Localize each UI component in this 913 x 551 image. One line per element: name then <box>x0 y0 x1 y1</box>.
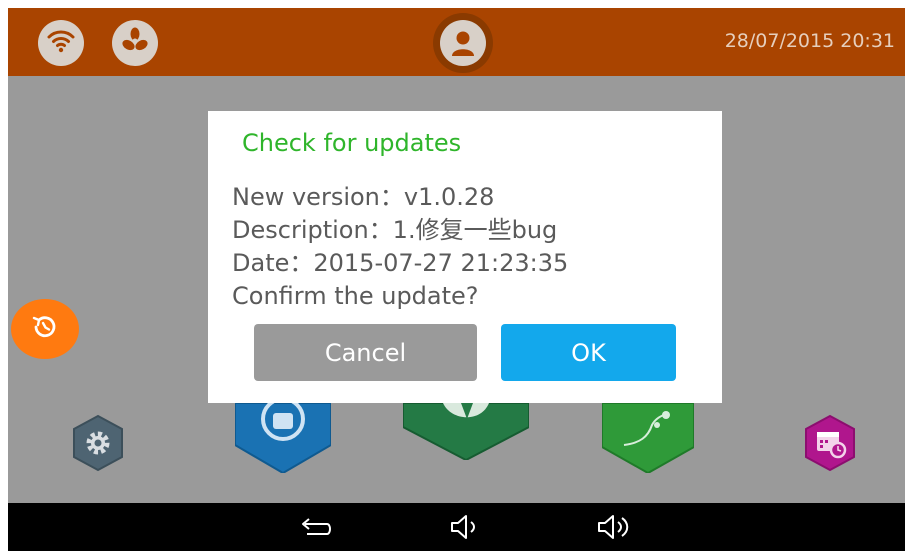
gear-icon <box>73 414 123 472</box>
status-bar: 28/07/2015 20:31 <box>8 8 905 76</box>
plant-tile[interactable] <box>602 403 694 473</box>
back-icon <box>302 518 331 535</box>
back-button[interactable] <box>295 511 335 543</box>
settings-tile[interactable] <box>68 413 128 473</box>
history-button[interactable] <box>11 299 79 359</box>
date-line: Date：2015-07-27 21:23:35 <box>232 249 569 277</box>
version-line: New version：v1.0.28 <box>232 183 495 211</box>
device-screen: 28/07/2015 20:31 Check for updates New v… <box>8 8 905 551</box>
schedule-tile[interactable] <box>800 413 860 473</box>
plant-icon <box>602 403 694 473</box>
ok-button[interactable]: OK <box>501 324 676 381</box>
description-line: Description：1.修复一些bug <box>232 216 558 244</box>
wifi-icon <box>46 28 76 58</box>
navigation-bar <box>8 503 905 551</box>
user-avatar-icon <box>440 20 486 66</box>
calendar-clock-icon <box>805 414 855 472</box>
confirm-line: Confirm the update? <box>232 282 479 310</box>
android-tile[interactable] <box>235 403 331 473</box>
user-avatar-button[interactable] <box>433 13 493 73</box>
history-icon <box>30 312 60 346</box>
volume-up-icon <box>598 515 629 539</box>
globe-tile[interactable] <box>403 403 529 460</box>
update-dialog: Check for updates New version：v1.0.28 De… <box>208 111 722 403</box>
fan-button[interactable] <box>112 20 158 66</box>
volume-down-button[interactable] <box>445 511 485 543</box>
globe-icon <box>403 403 529 460</box>
android-icon <box>235 403 331 473</box>
wifi-button[interactable] <box>38 20 84 66</box>
dialog-title: Check for updates <box>242 129 462 157</box>
volume-up-button[interactable] <box>594 511 634 543</box>
cancel-button[interactable]: Cancel <box>254 324 477 381</box>
fan-icon <box>120 26 150 60</box>
datetime-label: 28/07/2015 20:31 <box>724 30 895 52</box>
dialog-message: New version：v1.0.28 Description：1.修复一些bu… <box>232 181 568 313</box>
volume-down-icon <box>451 515 475 539</box>
